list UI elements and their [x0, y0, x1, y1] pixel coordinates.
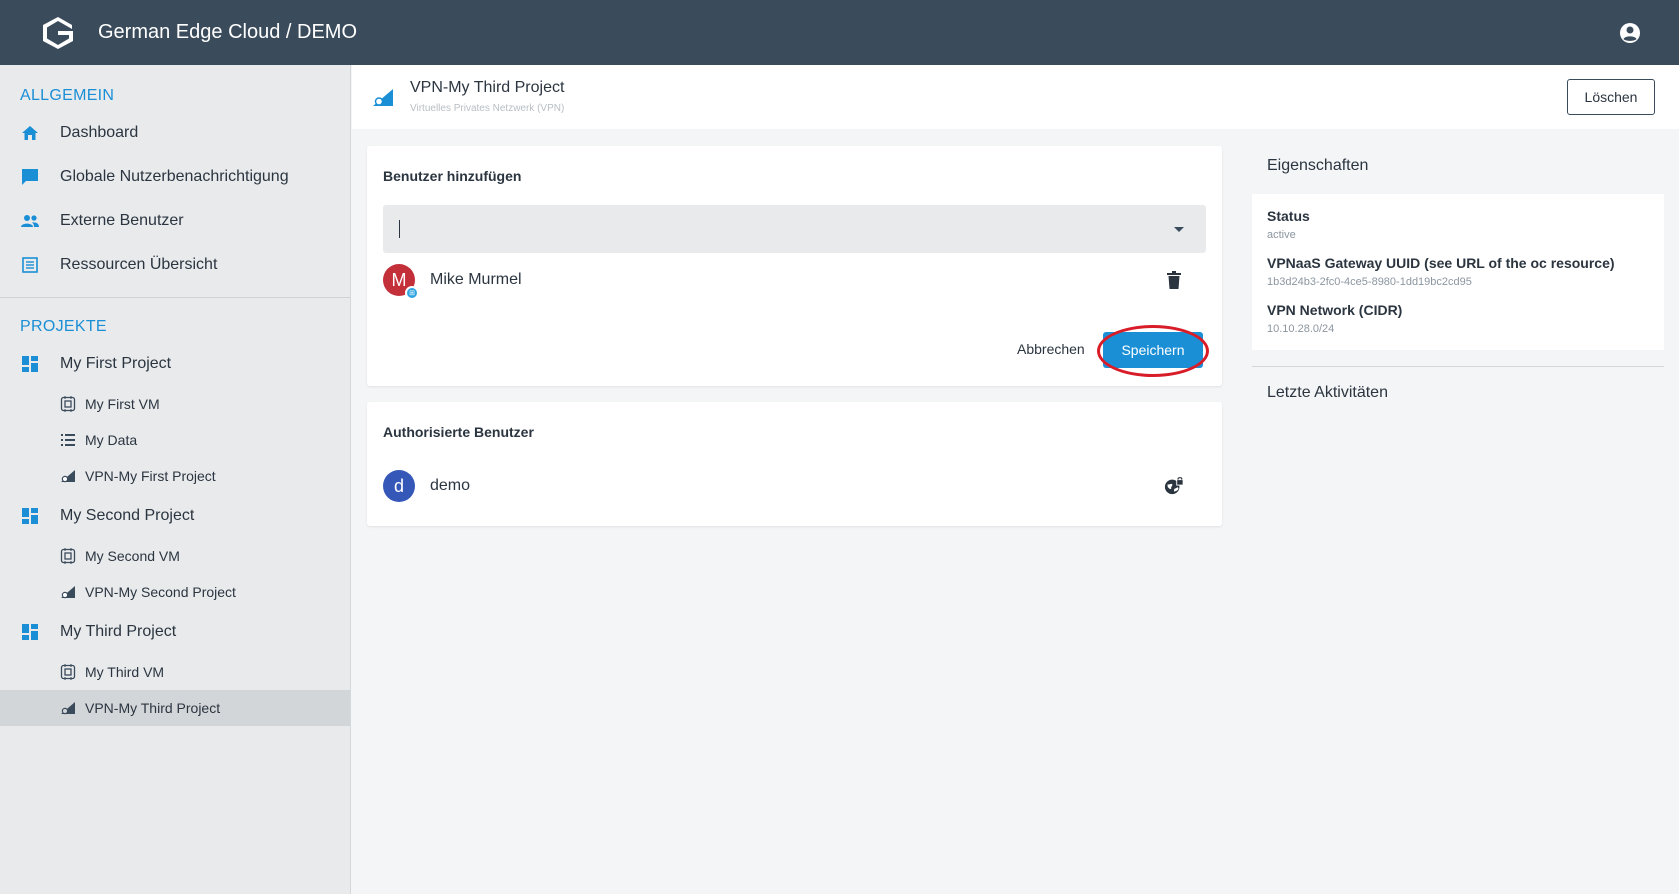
sidebar-item-label: VPN-My First Project — [85, 468, 216, 484]
page-subtitle: Virtuelles Privates Netzwerk (VPN) — [410, 103, 565, 114]
trash-icon[interactable] — [1164, 270, 1184, 290]
logo-icon[interactable] — [38, 13, 78, 53]
page-title: VPN-My Third Project — [410, 79, 565, 96]
sidebar-item-label: Globale Nutzerbenachrichtigung — [60, 168, 289, 185]
vm-icon — [59, 395, 77, 413]
vpn-icon — [59, 467, 77, 485]
table-icon — [20, 255, 40, 275]
property-label: Status — [1267, 208, 1310, 224]
sidebar-item-label: My Third Project — [60, 623, 177, 640]
sidebar-item-data[interactable]: My Data — [0, 422, 350, 458]
section-title-projects: PROJEKTE — [20, 318, 107, 335]
section-title-general: ALLGEMEIN — [20, 87, 115, 104]
dashboard-grid-icon — [20, 354, 40, 374]
sidebar: ALLGEMEIN Dashboard Globale Nutzerbenach… — [0, 65, 351, 894]
property-label: VPN Network (CIDR) — [1267, 302, 1403, 318]
sidebar-item-label: Externe Benutzer — [60, 212, 184, 229]
chat-icon — [20, 167, 40, 187]
sidebar-item-label: My Third VM — [85, 664, 165, 680]
globe-lock-icon[interactable] — [1164, 476, 1184, 496]
properties-title: Eigenschaften — [1267, 157, 1369, 174]
property-status: Status active — [1267, 208, 1310, 241]
user-name: Mike Murmel — [430, 271, 522, 288]
avatar: d — [383, 470, 415, 502]
sidebar-item-external-users[interactable]: Externe Benutzer — [0, 199, 350, 243]
property-value: 1b3d24b3-2fc0-4ce5-8980-1dd19bc2cd95 — [1267, 276, 1472, 288]
badge-icon: ⊞ — [405, 286, 419, 300]
property-uuid: VPNaaS Gateway UUID (see URL of the oc r… — [1267, 255, 1615, 288]
text-cursor — [399, 220, 400, 238]
cancel-button[interactable]: Abbrechen — [1017, 341, 1085, 357]
properties-card: Status active VPNaaS Gateway UUID (see U… — [1252, 194, 1664, 350]
sidebar-item-vm[interactable]: My Third VM — [0, 654, 350, 690]
dashboard-grid-icon — [20, 622, 40, 642]
vm-icon — [59, 547, 77, 565]
add-users-title: Benutzer hinzufügen — [383, 168, 522, 184]
sidebar-item-notifications[interactable]: Globale Nutzerbenachrichtigung — [0, 155, 350, 199]
sidebar-item-resources[interactable]: Ressourcen Übersicht — [0, 243, 350, 287]
authorized-users-card: Authorisierte Benutzer d demo — [367, 402, 1222, 526]
sidebar-item-project-1[interactable]: My First Project — [0, 342, 350, 386]
content-header: VPN-My Third Project Virtuelles Privates… — [352, 65, 1679, 129]
sidebar-item-label: VPN-My Second Project — [85, 584, 236, 600]
sidebar-item-label: Ressourcen Übersicht — [60, 256, 218, 273]
people-icon — [20, 211, 40, 231]
sidebar-item-vpn[interactable]: VPN-My Second Project — [0, 574, 350, 610]
vpn-icon — [372, 87, 394, 109]
sidebar-item-vpn[interactable]: VPN-My First Project — [0, 458, 350, 494]
sidebar-item-label: My First Project — [60, 355, 172, 372]
sidebar-item-vm[interactable]: My First VM — [0, 386, 350, 422]
sidebar-item-label: My Data — [85, 432, 138, 448]
home-icon — [20, 123, 40, 143]
delete-button[interactable]: Löschen — [1567, 79, 1655, 115]
list-item: d demo — [383, 470, 1206, 502]
property-label: VPNaaS Gateway UUID (see URL of the oc r… — [1267, 255, 1615, 271]
authorized-users-title: Authorisierte Benutzer — [383, 424, 534, 440]
top-bar: German Edge Cloud / DEMO — [0, 0, 1679, 65]
sidebar-item-project-3[interactable]: My Third Project — [0, 610, 350, 654]
property-value: 10.10.28.0/24 — [1267, 323, 1335, 335]
highlight-annotation — [1097, 325, 1209, 377]
sidebar-item-vpn-active[interactable]: VPN-My Third Project — [0, 690, 350, 726]
sidebar-item-label: My First VM — [85, 396, 160, 412]
sidebar-item-dashboard[interactable]: Dashboard — [0, 111, 350, 155]
dashboard-grid-icon — [20, 506, 40, 526]
app-title[interactable]: German Edge Cloud / DEMO — [98, 21, 357, 44]
sidebar-item-label: My Second Project — [60, 507, 195, 524]
property-cidr: VPN Network (CIDR) 10.10.28.0/24 — [1267, 302, 1402, 335]
add-users-card: Benutzer hinzufügen M ⊞ Mike Murmel Abbr… — [367, 146, 1222, 386]
avatar: M ⊞ — [383, 264, 419, 300]
panel-divider — [1252, 366, 1664, 367]
sidebar-item-project-2[interactable]: My Second Project — [0, 494, 350, 538]
activity-title: Letzte Aktivitäten — [1267, 384, 1388, 401]
vpn-icon — [59, 699, 77, 717]
sidebar-item-label: Dashboard — [60, 124, 139, 141]
sidebar-item-label: My Second VM — [85, 548, 180, 564]
vpn-icon — [59, 583, 77, 601]
chevron-down-icon[interactable] — [1174, 227, 1184, 232]
list-item: M ⊞ Mike Murmel — [383, 264, 1206, 300]
property-value: active — [1267, 229, 1296, 241]
vm-icon — [59, 663, 77, 681]
sidebar-divider — [0, 297, 350, 298]
sidebar-item-vm[interactable]: My Second VM — [0, 538, 350, 574]
account-icon[interactable] — [1619, 22, 1641, 44]
list-icon — [59, 431, 77, 449]
user-select-input[interactable] — [383, 205, 1206, 253]
sidebar-item-label: VPN-My Third Project — [85, 700, 221, 716]
user-name: demo — [430, 477, 471, 494]
